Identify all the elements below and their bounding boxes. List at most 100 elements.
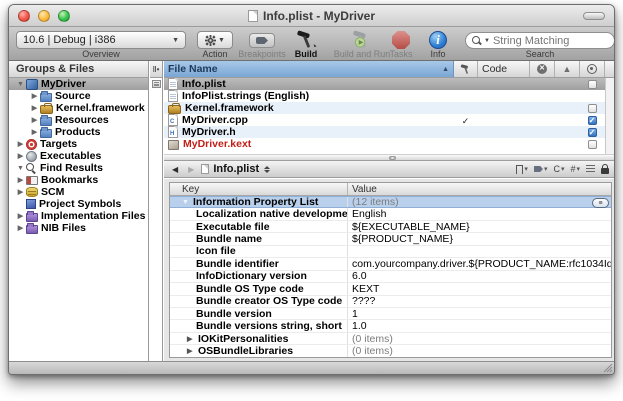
target-checkbox[interactable] [588,104,597,113]
close-window-button[interactable] [18,10,30,22]
plist-value[interactable]: ???? [348,296,611,307]
sidebar-item-implementation-files[interactable]: ▶ Implementation Files [9,210,148,222]
action-button[interactable]: ▼ [197,31,233,49]
breakpoints-icon[interactable] [249,33,275,48]
plist-row-executable-file[interactable]: Executable file ${EXECUTABLE_NAME} [170,221,611,233]
file-row-kernel-framework[interactable]: Kernel.framework [164,102,614,114]
disclosure-closed-icon[interactable]: ▶ [29,104,40,112]
resize-grip[interactable] [602,362,613,373]
sidebar-item-source[interactable]: ▶ Source [9,90,148,102]
column-header-warnings[interactable]: ▲ [555,61,580,77]
overview-popup[interactable]: 10.6 | Debug | i386 ▼ [16,31,186,49]
plist-value[interactable]: 6.0 [348,271,611,282]
sidebar-item-mydriver[interactable]: ▼ MyDriver [9,78,148,90]
file-row-mydriver-h[interactable]: HMyDriver.h ✓ [164,126,614,138]
toolbar-toggle-capsule[interactable] [583,12,605,20]
column-header-errors[interactable]: ✕ [530,61,555,77]
plist-value[interactable]: English [348,208,611,219]
column-header-code[interactable]: Code [478,61,530,77]
history-forward-button[interactable]: ▶ [185,165,197,174]
disclosure-closed-icon[interactable]: ▶ [29,92,40,100]
plist-row-bundle-version-short[interactable]: Bundle versions string, short 1.0 [170,320,611,332]
info-icon[interactable]: i [429,31,447,49]
sidebar-item-find-results[interactable]: ▼ Find Results [9,162,148,174]
lock-button[interactable] [601,164,609,174]
search-input[interactable] [493,35,603,47]
plist-value[interactable]: ${EXECUTABLE_NAME} [348,221,611,232]
target-checkbox[interactable]: ✓ [588,116,597,125]
plist-value[interactable]: 1 [348,308,611,319]
file-popup[interactable]: Info.plist [201,163,270,175]
plist-key-column-header[interactable]: Key [170,183,348,195]
title-bar[interactable]: Info.plist - MyDriver [9,5,614,27]
history-back-button[interactable]: ◀ [169,165,181,174]
plist-row-localization[interactable]: Localization native development re Engli… [170,208,611,220]
plist-row-bundle-name[interactable]: Bundle name ${PRODUCT_NAME} [170,233,611,245]
disclosure-closed-icon[interactable]: ▶ [15,224,26,232]
sidebar-item-project-symbols[interactable]: Project Symbols [9,198,148,210]
plist-row-bundle-identifier[interactable]: Bundle identifier com.yourcompany.driver… [170,258,611,270]
column-header-target[interactable] [580,61,605,77]
target-checkbox[interactable] [588,140,597,149]
target-checkbox[interactable] [588,80,597,89]
plist-row-infodictionary-version[interactable]: InfoDictionary version 6.0 [170,271,611,283]
grouping-button[interactable] [586,165,595,173]
counterpart-button[interactable]: C▾ [553,164,564,174]
file-row-mydriver-cpp[interactable]: CMyDriver.cpp ✓ ✓ [164,114,614,126]
disclosure-closed-icon[interactable]: ▶ [187,335,196,343]
plist-value[interactable]: 1.0 [348,320,611,331]
build-and-run-icon[interactable] [350,30,374,49]
sidebar-item-nib-files[interactable]: ▶ NIB Files [9,222,148,234]
plist-value[interactable]: KEXT [348,283,611,294]
sidebar-item-targets[interactable]: ▶ Targets [9,138,148,150]
disclosure-closed-icon[interactable]: ▶ [29,116,40,124]
search-field[interactable]: ▼ [465,32,615,49]
sidebar-item-products[interactable]: ▶ Products [9,126,148,138]
plist-value[interactable]: ${PRODUCT_NAME} [348,233,611,244]
plist-value[interactable]: com.yourcompany.driver.${PRODUCT_NAME:rf… [348,258,611,269]
target-checkbox[interactable]: ✓ [588,128,597,137]
disclosure-closed-icon[interactable]: ▶ [15,140,26,148]
disclosure-closed-icon[interactable]: ▶ [15,188,26,196]
minimize-window-button[interactable] [38,10,50,22]
plist-row-iokit-personalities[interactable]: ▶IOKitPersonalities (0 items) [170,333,611,345]
column-header-file-name[interactable]: File Name ▲ [164,61,454,77]
disclosure-closed-icon[interactable]: ▶ [29,128,40,136]
disclosure-closed-icon[interactable]: ▶ [15,212,26,220]
symbols-menu-button[interactable]: #▾ [570,164,580,174]
plist-row-information-property-list[interactable]: ▼Information Property List (12 items) ≡ [170,196,611,208]
file-row-info-plist[interactable]: Info.plist [164,78,614,90]
disclosure-open-icon[interactable]: ▼ [182,199,191,206]
disclosure-open-icon[interactable]: ▼ [15,81,26,88]
groups-and-files-header[interactable]: Groups & Files [9,61,148,78]
breakpoints-menu-button[interactable]: ▾ [534,165,548,173]
disclosure-closed-icon[interactable]: ▶ [15,176,26,184]
tasks-stop-icon[interactable] [392,31,410,49]
sidebar-item-scm[interactable]: ▶ SCM [9,186,148,198]
disclosure-closed-icon[interactable]: ▶ [15,152,26,160]
plist-row-osbundle-libraries[interactable]: ▶OSBundleLibraries (0 items) [170,345,611,357]
file-row-mydriver-kext[interactable]: MyDriver.kext [164,138,614,150]
plist-row-bundle-version[interactable]: Bundle version 1 [170,308,611,320]
column-header-build[interactable] [454,61,478,77]
sidebar-item-executables[interactable]: ▶ Executables [9,150,148,162]
sidebar-item-kernel-framework[interactable]: ▶ Kernel.framework [9,102,148,114]
sidebar-item-bookmarks[interactable]: ▶ Bookmarks [9,174,148,186]
file-list-scrollbar[interactable] [605,78,614,154]
bookmarks-menu-button[interactable]: ▾ [516,165,528,174]
document-proxy-icon[interactable] [248,10,258,22]
build-hammer-icon[interactable] [294,30,318,49]
plist-value-column-header[interactable]: Value [348,183,611,195]
disclosure-closed-icon[interactable]: ▶ [187,347,196,355]
plist-row-bundle-os-type[interactable]: Bundle OS Type code KEXT [170,283,611,295]
splitter-grip-icon[interactable]: ‖• [150,61,162,78]
plist-value[interactable] [348,246,611,257]
sidebar-item-resources[interactable]: ▶ Resources [9,114,148,126]
sidebar-splitter-strip[interactable]: ‖• [150,61,163,361]
plist-row-bundle-creator[interactable]: Bundle creator OS Type code ???? [170,296,611,308]
row-action-button[interactable]: ≡ [592,198,609,208]
disclosure-open-icon[interactable]: ▼ [15,165,26,172]
detail-toggle-icon[interactable] [152,80,161,88]
file-row-infoplist-strings[interactable]: InfoPlist.strings (English) [164,90,614,102]
zoom-window-button[interactable] [58,10,70,22]
